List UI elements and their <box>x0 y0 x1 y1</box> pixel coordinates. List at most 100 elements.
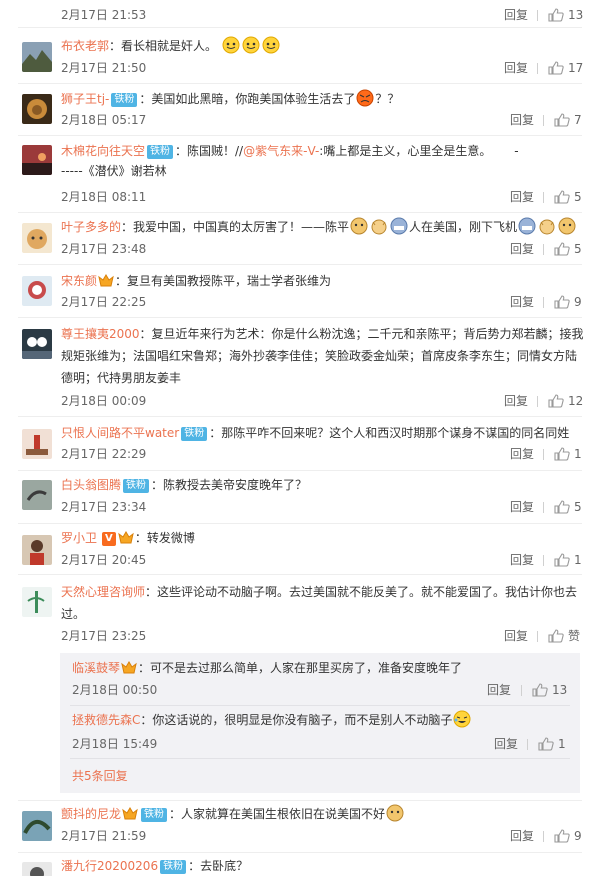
reply-button[interactable]: 回复 <box>510 188 534 206</box>
mask-emoji-icon <box>390 217 408 235</box>
vip-crown-icon <box>121 661 137 674</box>
comment-time: 2月18日 08:11 <box>61 190 147 204</box>
username-link[interactable]: 拯救德先森C <box>72 713 140 727</box>
separator <box>537 631 538 642</box>
reply-button[interactable]: 回复 <box>510 445 534 463</box>
avatar[interactable] <box>22 429 52 459</box>
divider <box>18 416 582 417</box>
divider <box>18 523 582 524</box>
username-link[interactable]: 宋东颜 <box>61 274 97 288</box>
reply-button[interactable]: 回复 <box>510 827 534 845</box>
reply-button[interactable]: 回复 <box>504 392 528 410</box>
thumbs-up-icon <box>554 190 570 204</box>
sub-reply-meta: 2月18日 00:50 回复 13 <box>72 681 568 699</box>
avatar[interactable] <box>22 94 52 124</box>
username-link[interactable]: 只恨人间路不平water <box>61 426 179 440</box>
reply-button[interactable]: 回复 <box>510 293 534 311</box>
emoji-icon <box>262 36 280 54</box>
comment-content: 狮子王tj- 铁粉 ：美国如此黑暗，你跑美国体验生活去了 ？？ <box>61 89 582 109</box>
comment-meta: 2月17日 22:25 回复 9 <box>61 293 582 311</box>
doge-emoji-icon <box>386 804 404 822</box>
separator <box>543 192 544 203</box>
comment-content: 布衣老郭：看长相就是奸人。 <box>61 36 582 56</box>
username-link[interactable]: 木棉花向往天空 <box>61 144 145 158</box>
divider <box>70 705 570 706</box>
comment-meta: 2月17日 21:50 回复 17 <box>61 59 583 77</box>
avatar[interactable] <box>22 587 52 617</box>
thumbs-up-icon <box>548 394 564 408</box>
comment-time: 2月17日 21:53 <box>61 8 147 22</box>
comment-text: ：我爱中国，中国真的太厉害了！——陈平 <box>121 220 350 234</box>
reply-button[interactable]: 回复 <box>494 735 518 753</box>
thumbs-up-icon <box>554 295 570 309</box>
reply-button[interactable]: 回复 <box>510 551 534 569</box>
reply-button[interactable]: 回复 <box>504 627 528 645</box>
reply-button[interactable]: 回复 <box>504 6 528 24</box>
username-link[interactable]: 尊王攘夷2000 <box>61 327 140 341</box>
separator <box>537 10 538 21</box>
username-link[interactable]: 叶子多多的 <box>61 220 121 234</box>
mention-link[interactable]: @紫气东来-V- <box>243 144 319 158</box>
username-link[interactable]: 布衣老郭 <box>61 39 109 53</box>
separator <box>537 396 538 407</box>
username-link[interactable]: 狮子王tj- <box>61 92 109 106</box>
reply-button[interactable]: 回复 <box>510 240 534 258</box>
view-more-replies-link[interactable]: 共5条回复 <box>72 767 128 784</box>
avatar[interactable] <box>22 145 52 175</box>
reply-button[interactable]: 回复 <box>510 498 534 516</box>
avatar[interactable] <box>22 862 52 876</box>
username-link[interactable]: 白头翁图腾 <box>61 478 121 492</box>
comment-text: ：人家就算在美国生根依旧在说美国不好 <box>169 807 386 821</box>
username-link[interactable]: 潘九行20200206 <box>61 859 158 873</box>
username-link[interactable]: 罗小卫 <box>61 531 97 545</box>
divider <box>18 264 582 265</box>
separator <box>527 739 528 750</box>
thumbs-up-icon <box>554 242 570 256</box>
avatar[interactable] <box>22 42 52 72</box>
avatar[interactable] <box>22 223 52 253</box>
comment-text: ：那陈平咋不回来呢？这个人和西汉时期那个谋身不谋国的同名同姓 <box>209 426 570 440</box>
verified-v-icon: V <box>101 532 116 546</box>
like-count: 9 <box>574 829 582 843</box>
username-link[interactable]: 天然心理咨询师 <box>61 585 145 599</box>
sub-reply-meta: 2月18日 15:49 回复 1 <box>72 735 568 753</box>
sub-reply-text: ：可不是去过那么简单，人家在那里买房了，准备安度晚年了 <box>138 661 463 675</box>
separator <box>543 449 544 460</box>
like-count: 13 <box>552 683 568 697</box>
divider <box>18 212 582 213</box>
sub-reply-time: 2月18日 00:50 <box>72 683 158 697</box>
comment-text: ：转发微博 <box>134 531 195 545</box>
comment-meta: 2月18日 00:09 回复 12 <box>61 392 584 410</box>
vip-crown-icon <box>98 274 114 287</box>
comment-time: 2月18日 05:17 <box>61 113 147 127</box>
thumbs-up-icon <box>554 113 570 127</box>
vip-crown-icon <box>118 531 134 544</box>
comment-meta: 2月17日 22:29 回复 1 <box>61 445 582 463</box>
laugh-cry-emoji-icon <box>453 710 471 728</box>
avatar[interactable] <box>22 811 52 841</box>
fan-badge: 铁粉 <box>141 808 168 822</box>
comment-time: 2月17日 21:50 <box>61 61 147 75</box>
comment-meta: 2月17日 21:59 回复 9 <box>61 827 582 845</box>
comment-meta: 2月17日 23:25 回复 赞 <box>61 627 580 645</box>
username-link[interactable]: 临溪鼓琴 <box>72 661 120 675</box>
username-link[interactable]: 颤抖的尼龙 <box>61 807 121 821</box>
comment-meta: 2月18日 08:11 回复 5 <box>61 188 582 206</box>
avatar[interactable] <box>22 480 52 510</box>
comment-content: 罗小卫 V ：转发微博 <box>61 528 582 548</box>
avatar[interactable] <box>22 276 52 306</box>
separator <box>543 502 544 513</box>
separator <box>543 297 544 308</box>
comment-content: 叶子多多的：我爱中国，中国真的太厉害了！——陈平 人在美国，刚下飞机 <box>61 217 582 237</box>
divider <box>18 852 582 853</box>
comment-text-tail: ？？ <box>375 92 400 106</box>
reply-button[interactable]: 回复 <box>510 111 534 129</box>
reply-button[interactable]: 回复 <box>504 59 528 77</box>
comment-content: 天然心理咨询师：这些评论动不动脑子啊。去过美国就不能反美了。就不能爱国了。我估计… <box>61 581 582 625</box>
avatar[interactable] <box>22 535 52 565</box>
avatar[interactable] <box>22 329 52 359</box>
divider <box>18 800 582 801</box>
reply-button[interactable]: 回复 <box>487 681 511 699</box>
thumbs-up-icon <box>548 61 564 75</box>
like-count: 12 <box>568 394 584 408</box>
